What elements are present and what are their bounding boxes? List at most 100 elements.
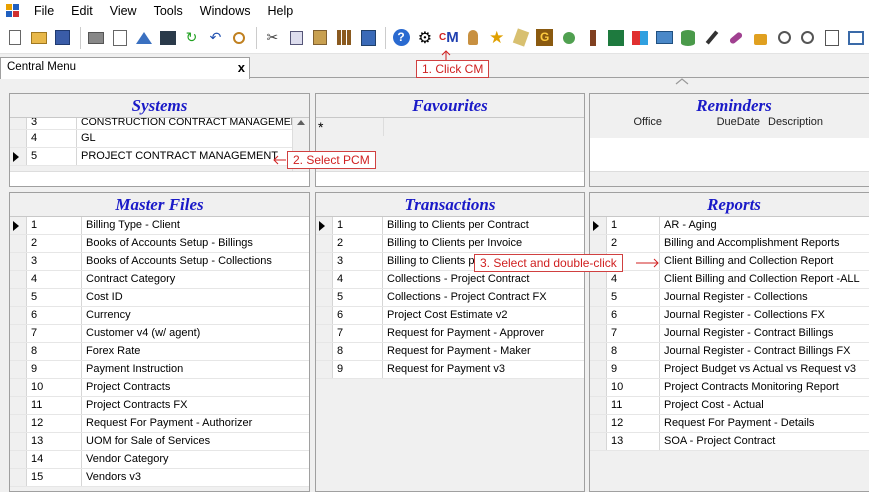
systems-panel: Systems 3 CONSTRUCTION CONTRACT MANAGEMEN… xyxy=(9,93,310,187)
table-row[interactable]: 10 Project Contracts xyxy=(10,379,309,397)
refresh-icon[interactable]: ↻ xyxy=(181,27,203,49)
row-number: 5 xyxy=(333,289,383,306)
page-icon[interactable] xyxy=(821,27,843,49)
list-icon[interactable] xyxy=(357,27,379,49)
menu-edit[interactable]: Edit xyxy=(65,4,104,18)
table-row[interactable]: 13 UOM for Sale of Services xyxy=(10,433,309,451)
scroll-up-icon[interactable] xyxy=(297,120,305,125)
tag-icon[interactable] xyxy=(510,27,532,49)
person-icon[interactable] xyxy=(462,27,484,49)
table-row[interactable]: 3 CONSTRUCTION CONTRACT MANAGEMENT xyxy=(10,118,292,130)
table-row[interactable]: 8 Request for Payment - Maker xyxy=(316,343,584,361)
zoom-in-icon[interactable] xyxy=(797,27,819,49)
table-row[interactable]: 9 Payment Instruction xyxy=(10,361,309,379)
row-name: Client Billing and Collection Report -AL… xyxy=(664,273,860,285)
favourites-new-row[interactable]: * xyxy=(316,118,584,136)
table-row[interactable]: 4 Contract Category xyxy=(10,271,309,289)
cut-icon[interactable]: ✂ xyxy=(261,27,283,49)
table-row[interactable]: 14 Vendor Category xyxy=(10,451,309,469)
table-row[interactable]: 7 Customer v4 (w/ agent) xyxy=(10,325,309,343)
db-icon[interactable] xyxy=(677,27,699,49)
row-name: Vendors v3 xyxy=(86,471,142,483)
tool-icon[interactable] xyxy=(701,27,723,49)
save-icon[interactable] xyxy=(52,27,74,49)
table-row[interactable]: 1 Billing Type - Client xyxy=(10,217,309,235)
table-row[interactable]: 12 Request For Payment - Details xyxy=(590,415,869,433)
new-row-marker: * xyxy=(316,118,333,136)
callout-arrow-left xyxy=(273,155,286,165)
row-number: 2 xyxy=(607,235,660,252)
excel-icon[interactable] xyxy=(606,27,628,49)
table-row[interactable]: 3Client Billing and Collection Report xyxy=(590,253,869,271)
row-number: 13 xyxy=(27,433,82,450)
menu-view[interactable]: View xyxy=(104,4,148,18)
table-row[interactable]: 15 Vendors v3 xyxy=(10,469,309,487)
table-row[interactable]: 4 Client Billing and Collection Report -A… xyxy=(590,271,869,289)
table-row[interactable]: 4 Collections - Project Contract xyxy=(316,271,584,289)
chevron-up-icon[interactable] xyxy=(675,77,689,85)
g-icon[interactable]: G xyxy=(534,27,556,49)
table-row[interactable]: 6 Currency xyxy=(10,307,309,325)
print-preview-icon[interactable] xyxy=(109,27,131,49)
table-row[interactable]: 12 Request For Payment - Authorizer xyxy=(10,415,309,433)
upload-icon[interactable] xyxy=(133,27,155,49)
table-row[interactable]: 1 AR - Aging xyxy=(590,217,869,235)
help-icon[interactable]: ? xyxy=(390,27,412,49)
menu-tools[interactable]: Tools xyxy=(148,4,194,18)
open-icon[interactable] xyxy=(28,27,50,49)
brush-icon[interactable] xyxy=(582,27,604,49)
row-selector xyxy=(10,118,27,129)
table-row[interactable]: 2 Billing to Clients per Invoice xyxy=(316,235,584,253)
table-row[interactable]: 9 Project Budget vs Actual vs Request v3 xyxy=(590,361,869,379)
table-row[interactable]: 10 Project Contracts Monitoring Report xyxy=(590,379,869,397)
app-icon xyxy=(6,4,20,18)
table-row[interactable]: 8 Journal Register - Contract Billings FX xyxy=(590,343,869,361)
menu-file[interactable]: File xyxy=(28,4,65,18)
settings-icon[interactable]: ⚙ xyxy=(414,27,436,49)
star-icon[interactable]: ★ xyxy=(486,27,508,49)
systems-grid: 3 CONSTRUCTION CONTRACT MANAGEMENT 4 GL 5P… xyxy=(10,118,292,166)
new-icon[interactable] xyxy=(4,27,26,49)
print-icon[interactable] xyxy=(85,27,107,49)
table-row[interactable]: 2 Billing and Accomplishment Reports xyxy=(590,235,869,253)
table-row[interactable]: 7 Journal Register - Contract Billings xyxy=(590,325,869,343)
table-row[interactable]: 13 SOA - Project Contract xyxy=(590,433,869,451)
table-row[interactable]: 9 Request for Payment v3 xyxy=(316,361,584,379)
table-row[interactable]: 6 Project Cost Estimate v2 xyxy=(316,307,584,325)
menu-help[interactable]: Help xyxy=(261,4,304,18)
zoom-out-icon[interactable] xyxy=(773,27,795,49)
table-row[interactable]: 2 Books of Accounts Setup - Billings xyxy=(10,235,309,253)
table-row[interactable]: 5 PROJECT CONTRACT MANAGEMENT xyxy=(10,148,292,166)
table-row[interactable]: 6 Journal Register - Collections FX xyxy=(590,307,869,325)
window-icon[interactable] xyxy=(845,27,867,49)
cm-icon[interactable]: CM xyxy=(438,27,460,49)
cs-icon[interactable] xyxy=(157,27,179,49)
undo-icon[interactable]: ↶ xyxy=(205,27,227,49)
user-icon[interactable] xyxy=(558,27,580,49)
table-row[interactable]: 3 Books of Accounts Setup - Collections xyxy=(10,253,309,271)
close-icon[interactable]: x xyxy=(238,60,245,75)
find-icon[interactable] xyxy=(228,27,250,49)
row-number: 4 xyxy=(27,130,77,147)
table-row[interactable]: 5 Journal Register - Collections xyxy=(590,289,869,307)
copy-icon[interactable] xyxy=(285,27,307,49)
table-row[interactable]: 7 Request for Payment - Approver xyxy=(316,325,584,343)
paste-icon[interactable] xyxy=(309,27,331,49)
table-row[interactable]: 4 GL xyxy=(10,130,292,148)
folder-icon[interactable] xyxy=(653,27,675,49)
table-row[interactable]: 11 Project Contracts FX xyxy=(10,397,309,415)
menu-windows[interactable]: Windows xyxy=(194,4,262,18)
tab-central-menu[interactable]: Central Menu x xyxy=(0,57,250,79)
shapes-icon[interactable] xyxy=(629,27,651,49)
table-row[interactable]: 5 Cost ID xyxy=(10,289,309,307)
table-row[interactable]: 11 Project Cost - Actual xyxy=(590,397,869,415)
table-row[interactable]: 5 Collections - Project Contract FX xyxy=(316,289,584,307)
table-row[interactable]: 1 Billing to Clients per Contract xyxy=(316,217,584,235)
grid-icon[interactable] xyxy=(333,27,355,49)
key-icon[interactable] xyxy=(725,27,747,49)
table-row[interactable]: 8 Forex Rate xyxy=(10,343,309,361)
lock-icon[interactable] xyxy=(749,27,771,49)
row-selector xyxy=(10,343,27,360)
row-selector xyxy=(10,361,27,378)
callout-select-pcm: 2. Select PCM xyxy=(287,151,376,169)
